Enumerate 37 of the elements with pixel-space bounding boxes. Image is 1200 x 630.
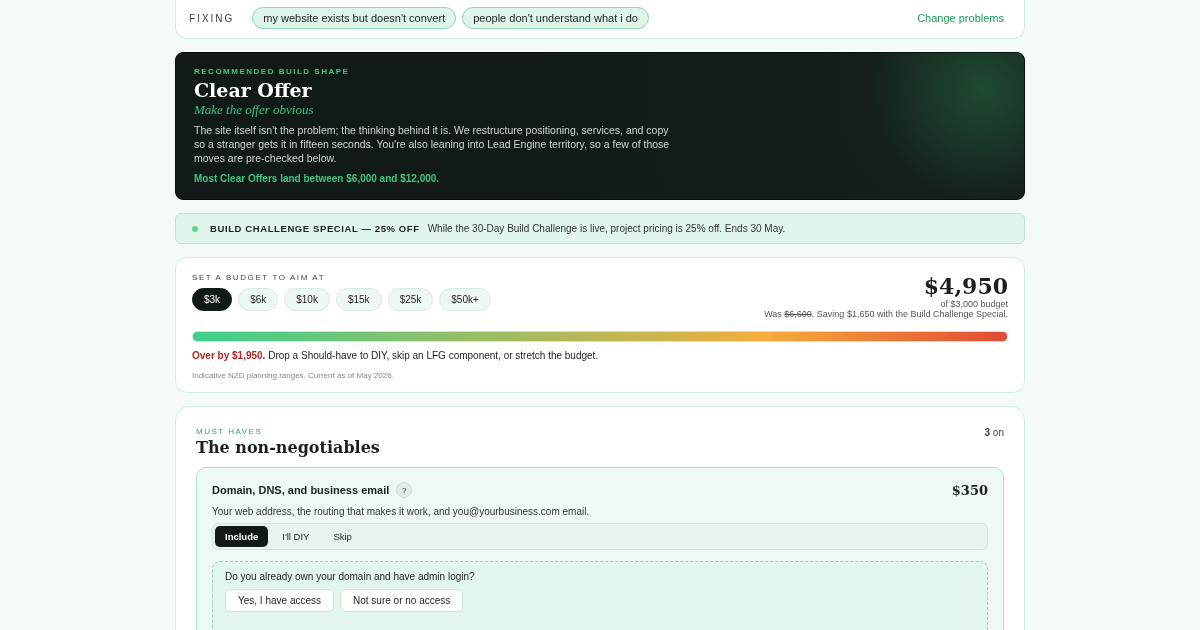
section-eyebrow: MUST HAVES: [196, 427, 264, 436]
price-range-note: Most Clear Offers land between $6,000 and $12,000.: [194, 173, 441, 184]
choice-option[interactable]: Include: [215, 526, 269, 547]
fixing-label: FIXING: [189, 12, 235, 24]
budget-option[interactable]: $10k: [284, 288, 330, 311]
answer-option[interactable]: Yes, I have access: [225, 589, 334, 612]
item-name: Domain, DNS, and business email: [212, 484, 390, 496]
hero-title: Clear Offer: [194, 79, 313, 101]
status-dot-icon: [192, 225, 198, 232]
budget-option[interactable]: $3k: [192, 288, 233, 311]
savings-note: Was $6,600. Saving $1,650 with the Build Challenge Special.: [764, 309, 1008, 319]
footnote: Indicative NZD planning ranges. Current as of May 2026.: [192, 371, 395, 380]
over-budget-warning: Over by $1,950. Drop a Should-have to DIY, skip an LFG component, or stretch the budget.: [192, 350, 600, 361]
hero-description: The site itself isn't the problem; the thinking behind it is. We restructure positioning, services, and copy so a stranger gets it in fifteen seconds. You're also leaning into Lead Engine territory, so a few of those moves are pre-checked below.: [194, 123, 671, 165]
hero-tagline: Make the offer obvious: [194, 102, 315, 118]
budget-option[interactable]: $6k: [238, 288, 279, 311]
selected-count: 3 on: [984, 427, 1004, 440]
item-description: Your web address, the routing that makes it work, and you@yourbusiness.com email.: [212, 506, 591, 517]
question-text: Do you already own your domain and have admin login?: [225, 571, 476, 582]
item-price: $350: [951, 482, 988, 498]
choice-option[interactable]: I'll DIY: [272, 526, 320, 547]
budget-option[interactable]: $25k: [387, 288, 434, 311]
budget-option[interactable]: $15k: [335, 288, 382, 311]
total-price: $4,950: [922, 273, 1008, 299]
budget-of: of $3,000 budget: [939, 299, 1008, 309]
help-button[interactable]: ?: [396, 482, 413, 498]
section-title: The non-negotiables: [196, 438, 380, 457]
problem-tag: people don't understand what i do: [462, 7, 649, 29]
promo-text: While the 30-Day Build Challenge is live, project pricing is 25% off. Ends 30 May.: [427, 223, 786, 234]
budget-label: SET A BUDGET TO AIM AT: [192, 273, 327, 282]
change-problems-link[interactable]: Change problems: [917, 12, 1004, 24]
answer-option[interactable]: Not sure or no access: [340, 589, 464, 612]
promo-title: BUILD CHALLENGE SPECIAL — 25% OFF: [210, 223, 420, 234]
problem-tag: my website exists but doesn't convert: [252, 7, 457, 29]
choice-option[interactable]: Skip: [323, 526, 362, 547]
budget-option[interactable]: $50k+: [439, 288, 491, 311]
hero-eyebrow: RECOMMENDED BUILD SHAPE: [194, 67, 351, 76]
